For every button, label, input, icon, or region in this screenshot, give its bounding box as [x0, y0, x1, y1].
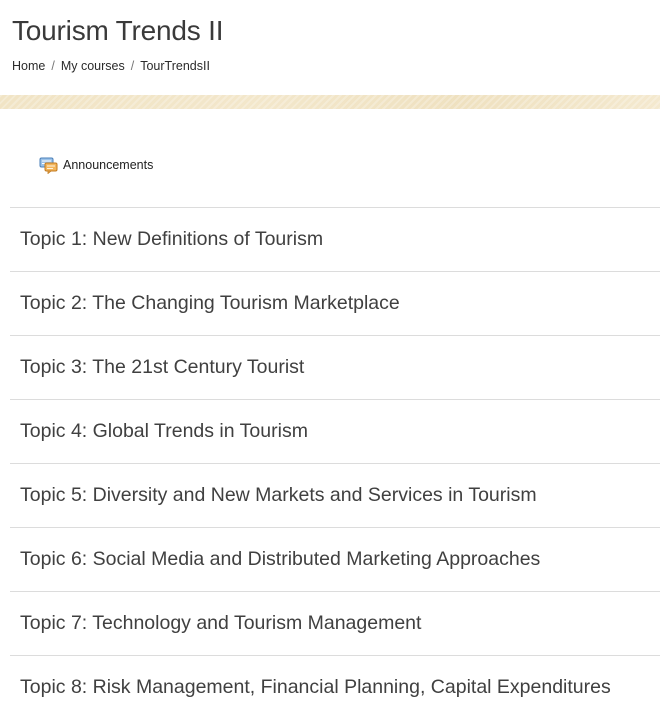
- topic-title[interactable]: Topic 6: Social Media and Distributed Ma…: [20, 548, 540, 571]
- announcements-activity[interactable]: Announcements: [39, 155, 660, 175]
- topic-section[interactable]: Topic 8: Risk Management, Financial Plan…: [10, 655, 660, 719]
- breadcrumb: Home / My courses / TourTrendsII: [12, 59, 648, 73]
- breadcrumb-separator: /: [130, 59, 135, 73]
- topic-section[interactable]: Topic 5: Diversity and New Markets and S…: [10, 463, 660, 527]
- breadcrumb-course[interactable]: TourTrendsII: [140, 59, 210, 73]
- topic-title[interactable]: Topic 3: The 21st Century Tourist: [20, 356, 304, 379]
- topic-title[interactable]: Topic 5: Diversity and New Markets and S…: [20, 484, 537, 507]
- topic-section[interactable]: Topic 2: The Changing Tourism Marketplac…: [10, 271, 660, 335]
- breadcrumb-my-courses[interactable]: My courses: [61, 59, 125, 73]
- topic-title[interactable]: Topic 4: Global Trends in Tourism: [20, 420, 308, 443]
- breadcrumb-separator: /: [51, 59, 55, 73]
- topic-section[interactable]: Topic 7: Technology and Tourism Manageme…: [10, 591, 660, 655]
- page-header: Tourism Trends II Home / My courses / To…: [0, 0, 660, 81]
- course-page: Tourism Trends II Home / My courses / To…: [0, 0, 660, 719]
- topic-title[interactable]: Topic 8: Risk Management, Financial Plan…: [20, 676, 611, 699]
- topic-list: Topic 1: New Definitions of Tourism Topi…: [10, 207, 660, 719]
- topic-title[interactable]: Topic 7: Technology and Tourism Manageme…: [20, 612, 421, 635]
- topic-section[interactable]: Topic 1: New Definitions of Tourism: [10, 207, 660, 271]
- announcements-link[interactable]: Announcements: [63, 158, 153, 172]
- topic-title[interactable]: Topic 2: The Changing Tourism Marketplac…: [20, 292, 400, 315]
- forum-icon: [39, 156, 59, 175]
- breadcrumb-home[interactable]: Home: [12, 59, 45, 73]
- topic-section[interactable]: Topic 3: The 21st Century Tourist: [10, 335, 660, 399]
- header-band: [0, 95, 660, 109]
- course-content: Announcements Topic 1: New Definitions o…: [0, 109, 660, 698]
- topic-title[interactable]: Topic 1: New Definitions of Tourism: [20, 228, 323, 251]
- topic-section[interactable]: Topic 6: Social Media and Distributed Ma…: [10, 527, 660, 591]
- topic-section[interactable]: Topic 4: Global Trends in Tourism: [10, 399, 660, 463]
- page-title: Tourism Trends II: [12, 15, 224, 46]
